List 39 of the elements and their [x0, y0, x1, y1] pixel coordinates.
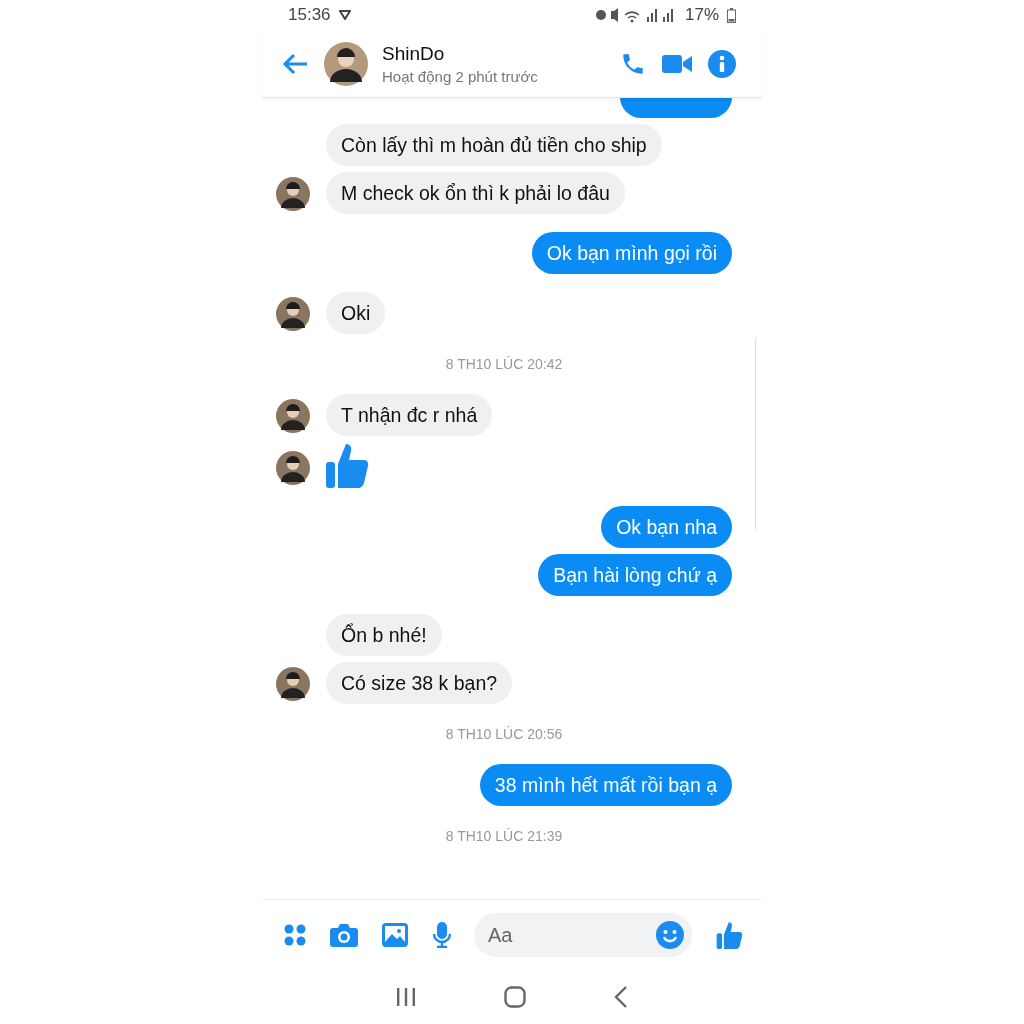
sender-avatar[interactable]	[276, 667, 310, 701]
back-nav-icon[interactable]	[614, 986, 628, 1008]
recent-apps-icon[interactable]	[396, 988, 416, 1006]
battery-icon	[727, 7, 736, 23]
home-icon[interactable]	[504, 986, 526, 1008]
video-call-icon[interactable]	[662, 53, 692, 74]
timestamp: 8 TH10 LÚC 21:39	[445, 828, 563, 844]
camera-icon[interactable]	[330, 923, 358, 947]
timestamp: 8 TH10 LÚC 20:56	[445, 726, 563, 742]
contact-name: ShinDo	[382, 42, 446, 65]
received-message: T nhận đc r nhá	[326, 394, 493, 436]
info-icon[interactable]	[708, 49, 736, 78]
image-icon[interactable]	[382, 923, 408, 947]
status-time: 15:36	[288, 5, 331, 25]
sender-avatar[interactable]	[276, 177, 310, 211]
sent-message: Ok bạn mình gọi rồi	[531, 232, 732, 274]
sender-avatar[interactable]	[276, 399, 310, 433]
timestamp: 8 TH10 LÚC 20:42	[445, 356, 563, 372]
received-message: Ổn b nhé!	[326, 614, 442, 656]
sent-message: 38 mình hết mất rồi bạn ạ	[479, 764, 732, 806]
back-icon[interactable]	[282, 52, 308, 75]
thumbs-up-icon	[326, 442, 370, 488]
received-message: M check ok ổn thì k phải lo đâu	[326, 172, 625, 214]
sent-message: Bạn hài lòng chứ ạ	[538, 554, 732, 596]
battery-percent: 17%	[684, 5, 719, 25]
received-message: Oki	[326, 292, 386, 334]
contact-avatar[interactable]	[324, 41, 368, 86]
sender-avatar[interactable]	[276, 297, 310, 331]
apps-icon[interactable]	[284, 924, 306, 946]
sender-avatar[interactable]	[276, 451, 310, 485]
microphone-icon[interactable]	[432, 922, 452, 948]
presence-status: Hoạt động 2 phút trước	[382, 67, 539, 85]
thumbs-up-icon[interactable]	[716, 921, 744, 949]
received-message: Còn lấy thì m hoàn đủ tiền cho ship	[326, 124, 662, 166]
emoji-icon[interactable]	[656, 921, 684, 949]
notification-icon	[338, 10, 351, 20]
received-message: Có size 38 k bạn?	[326, 662, 513, 704]
message-input[interactable]: Aa	[474, 913, 692, 957]
sent-message: Ok bạn nha	[601, 506, 732, 548]
